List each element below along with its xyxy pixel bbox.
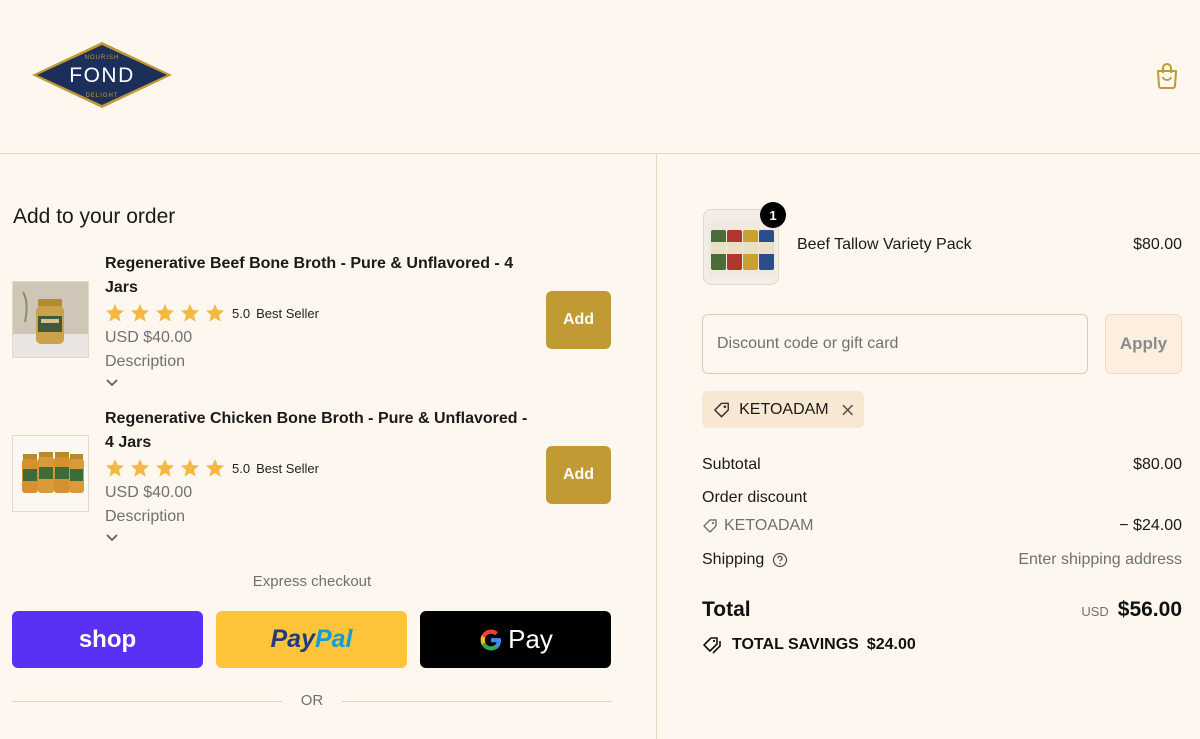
shop-pay-label: shop [78, 625, 137, 653]
logo-bottom-text: DELIGHT [85, 93, 118, 99]
logo-text: FOND [69, 64, 135, 87]
total-currency: USD [1081, 604, 1109, 619]
star-icon [131, 459, 149, 477]
discount-code-row: KETOADAM − $24.00 [702, 517, 1182, 535]
product-price: USD $40.00 [105, 329, 193, 346]
product-image[interactable] [12, 281, 89, 358]
shopping-bag-icon[interactable] [1155, 62, 1179, 90]
chevron-down-icon[interactable] [105, 377, 119, 389]
upsell-product: Regenerative Beef Bone Broth - Pure & Un… [12, 252, 612, 392]
star-icon [106, 304, 124, 322]
tags-icon [703, 637, 721, 654]
shipping-row: Shipping Enter shipping address [702, 551, 1182, 569]
product-image[interactable] [12, 435, 89, 512]
star-icon [206, 459, 224, 477]
shipping-label: Shipping [702, 551, 765, 568]
discount-code-label: KETOADAM [724, 517, 814, 534]
description-toggle[interactable]: Description [105, 353, 185, 371]
tag-icon [714, 402, 729, 417]
add-button[interactable]: Add [546, 291, 611, 349]
apply-button[interactable]: Apply [1105, 314, 1182, 374]
product-price: USD $40.00 [105, 484, 193, 501]
google-g-icon [480, 629, 502, 650]
google-pay-button[interactable]: Pay [420, 611, 611, 668]
divider-line [342, 701, 612, 702]
rating-stars: 5.0 Best Seller [105, 302, 319, 324]
upsell-title: Add to your order [13, 205, 176, 228]
savings-value: $24.00 [866, 636, 916, 653]
total-label: Total [702, 598, 751, 621]
product-name[interactable]: Regenerative Beef Bone Broth - Pure & Un… [105, 252, 530, 300]
fond-logo[interactable]: FOND NOURISH DELIGHT [30, 40, 174, 110]
google-pay-label: Pay [508, 624, 553, 654]
paypal-label-pal: Pal [314, 625, 353, 653]
discount-code-input[interactable] [702, 314, 1088, 374]
star-icon [131, 304, 149, 322]
rating-stars: 5.0 Best Seller [105, 457, 319, 479]
star-icon [206, 304, 224, 322]
description-toggle[interactable]: Description [105, 508, 185, 526]
express-checkout-label: Express checkout [252, 573, 372, 590]
rating-value: 5.0 [232, 460, 251, 476]
shop-pay-button[interactable]: shop [12, 611, 203, 668]
close-icon[interactable] [841, 403, 854, 417]
order-discount-label: Order discount [702, 489, 807, 506]
tag-icon [703, 519, 717, 533]
order-discount-row: Order discount [702, 489, 1182, 507]
savings-label: TOTAL SAVINGS [732, 636, 859, 653]
applied-code: KETOADAM [739, 400, 829, 418]
shipping-value: Enter shipping address [1018, 551, 1182, 568]
star-icon [106, 459, 124, 477]
header: FOND NOURISH DELIGHT [0, 0, 1200, 154]
help-icon[interactable] [772, 552, 788, 568]
total-amount: USD $56.00 [1081, 598, 1182, 622]
line-item-name: Beef Tallow Variety Pack [797, 236, 972, 253]
paypal-label-pay: Pay [270, 625, 315, 653]
product-name[interactable]: Regenerative Chicken Bone Broth - Pure &… [105, 407, 530, 455]
star-icon [156, 304, 174, 322]
quantity-badge: 1 [760, 202, 786, 228]
best-seller-badge: Best Seller [256, 305, 319, 321]
subtotal-value: $80.00 [1133, 456, 1182, 473]
star-icon [181, 459, 199, 477]
star-icon [156, 459, 174, 477]
star-icon [181, 304, 199, 322]
best-seller-badge: Best Seller [256, 460, 319, 476]
total-savings: TOTAL SAVINGS $24.00 [702, 635, 916, 655]
subtotal-row: Subtotal $80.00 [702, 456, 1182, 474]
paypal-button[interactable]: Pay Pal [216, 611, 407, 668]
subtotal-label: Subtotal [702, 456, 761, 473]
discount-value: − $24.00 [1119, 517, 1182, 534]
rating-value: 5.0 [232, 305, 251, 321]
logo-top-text: NOURISH [85, 55, 120, 61]
total-value: $56.00 [1117, 598, 1182, 621]
upsell-product: Regenerative Chicken Bone Broth - Pure &… [12, 407, 612, 547]
add-button[interactable]: Add [546, 446, 611, 504]
line-item-price: $80.00 [1133, 236, 1182, 253]
chevron-down-icon[interactable] [105, 532, 119, 544]
column-divider [656, 154, 657, 739]
or-divider: OR [12, 690, 612, 714]
applied-discount-chip: KETOADAM [702, 391, 864, 428]
